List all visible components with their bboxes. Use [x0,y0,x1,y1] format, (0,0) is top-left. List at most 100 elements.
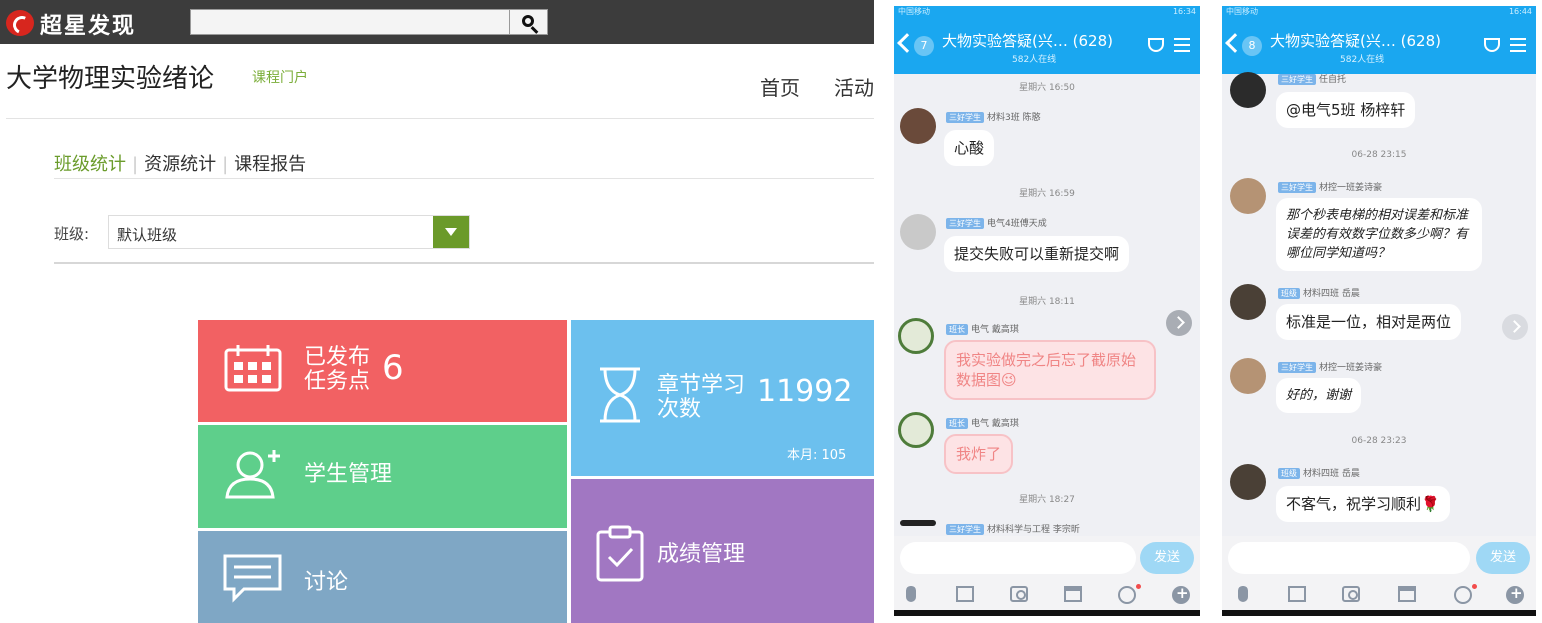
message-bubble[interactable]: @电气5班 杨梓轩 [1276,92,1416,128]
grade-management-tile[interactable]: 成绩管理 [571,479,874,623]
brand-name[interactable]: 超星发现 [40,8,136,40]
image-icon[interactable] [1288,586,1306,602]
unread-badge: 8 [1242,36,1262,56]
camera-icon[interactable] [1010,586,1028,602]
avatar[interactable] [1230,464,1266,500]
role-badge: 班级 [1278,288,1300,299]
chat-toolbar [894,580,1200,610]
status-time: 16:34 [1172,7,1196,16]
role-badge: 三好学生 [1278,362,1316,373]
sender-name: 材料四班 岳晨 [1303,469,1360,479]
folder-icon[interactable] [1398,586,1416,602]
role-badge: 三好学生 [946,524,984,535]
tab-resource-stats[interactable]: 资源统计 [144,150,216,176]
published-label-2: 任务点 [304,369,371,394]
student-management-tile[interactable]: 学生管理 [198,425,567,528]
nav-home[interactable]: 首页 [760,72,800,101]
clipboard-check-icon [596,525,644,582]
microphone-icon[interactable] [1238,586,1248,602]
nav-activity[interactable]: 活动 [834,72,874,101]
group-icon[interactable] [1484,38,1500,52]
class-select-value: 默认班级 [117,226,178,244]
camera-icon[interactable] [1342,586,1360,602]
avatar[interactable] [898,318,934,354]
published-count: 6 [382,348,404,388]
class-select[interactable]: 默认班级 [108,215,470,249]
discussion-tile[interactable]: 讨论 [198,531,567,623]
sender: 班级 材料四班 岳晨 [1278,286,1360,299]
emoji-icon[interactable] [1118,586,1136,604]
avatar[interactable] [1230,358,1266,394]
member-count: (628) [1400,32,1441,50]
role-badge: 三好学生 [946,112,984,123]
plus-icon[interactable] [1172,584,1190,604]
avatar[interactable] [898,412,934,448]
tab-class-stats[interactable]: 班级统计 [54,150,126,176]
chaoxing-logo-icon[interactable] [6,10,34,36]
avatar[interactable] [900,520,936,526]
send-button[interactable]: 发送 [1476,542,1530,574]
message-bubble[interactable]: 那个秒表电梯的相对误差和标准误差的有效数字位数多少啊？有哪位同学知道吗？ [1276,198,1482,271]
microphone-icon[interactable] [906,586,916,602]
course-portal-link[interactable]: 课程门户 [252,67,308,87]
role-badge: 班长 [946,418,968,429]
timestamp: 星期六 16:50 [1019,83,1075,93]
sender: 三好学生 材控一班姜诗豪 [1278,360,1382,373]
message-input[interactable] [900,542,1136,574]
message-bubble[interactable]: 标准是一位，相对是两位 [1276,304,1462,340]
chapter-count: 11992 [757,374,853,409]
sender-name: 电气4班傅天成 [987,219,1047,229]
sender: 三好学生 材料3班 陈憨 [946,110,1041,123]
avatar[interactable] [1230,178,1266,214]
chevron-right-icon[interactable] [1502,314,1528,340]
chevron-right-icon[interactable] [1166,310,1192,336]
plus-icon[interactable] [1506,584,1524,604]
avatar[interactable] [900,214,936,250]
avatar[interactable] [1230,72,1266,108]
online-count: 582人在线 [1340,55,1385,65]
hourglass-icon [600,367,640,423]
course-title: 大学物理实验绪论 [6,64,215,94]
send-button[interactable]: 发送 [1140,542,1194,574]
chat-icon [223,554,282,603]
emoji-icon[interactable] [1454,586,1472,604]
bottom-bar [894,610,1200,616]
menu-icon[interactable] [1174,38,1190,52]
tab-course-report[interactable]: 课程报告 [234,150,306,176]
message-bubble[interactable]: 我实验做完之后忘了截原始数据图😉 [944,340,1156,400]
group-icon[interactable] [1148,38,1164,52]
message-bubble[interactable]: 好的，谢谢 [1276,378,1362,413]
message-bubble[interactable]: 心酸 [944,130,995,166]
chat-title: 大物实验答疑(兴… (628) [942,30,1113,51]
divider [54,178,874,179]
message-input-row: 发送 [894,536,1200,580]
chapter-label-2: 次数 [657,397,702,422]
user-add-icon [225,450,280,499]
student-management-label: 学生管理 [304,462,393,487]
search-button[interactable] [510,9,548,35]
avatar[interactable] [1230,284,1266,320]
carrier: 中国移动 [898,7,930,16]
search-input[interactable] [190,9,510,35]
bottom-bar [1222,610,1536,616]
search-icon-handle [530,26,539,34]
chevron-down-icon[interactable] [433,216,469,248]
online-count: 582人在线 [1012,55,1057,65]
carrier: 中国移动 [1226,7,1258,16]
published-tasks-tile[interactable]: 已发布 任务点 6 [198,320,567,422]
message-bubble[interactable]: 不客气，祝学习顺利🌹 [1276,486,1450,522]
image-icon[interactable] [956,586,974,602]
message-bubble[interactable]: 提交失败可以重新提交啊 [944,236,1130,272]
timestamp: 星期六 16:59 [1019,189,1075,199]
folder-icon[interactable] [1064,586,1082,602]
class-label: 班级: [54,225,90,243]
message-bubble[interactable]: 我炸了 [944,434,1014,474]
avatar[interactable] [900,108,936,144]
role-badge: 班长 [946,324,968,335]
calendar-icon [224,345,282,392]
message-input[interactable] [1228,542,1470,574]
tab-separator: | [222,154,229,175]
chapter-study-tile[interactable]: 章节学习 次数 11992 本月: 105 [571,320,874,476]
menu-icon[interactable] [1510,38,1526,52]
message-input-row: 发送 [1222,536,1536,580]
